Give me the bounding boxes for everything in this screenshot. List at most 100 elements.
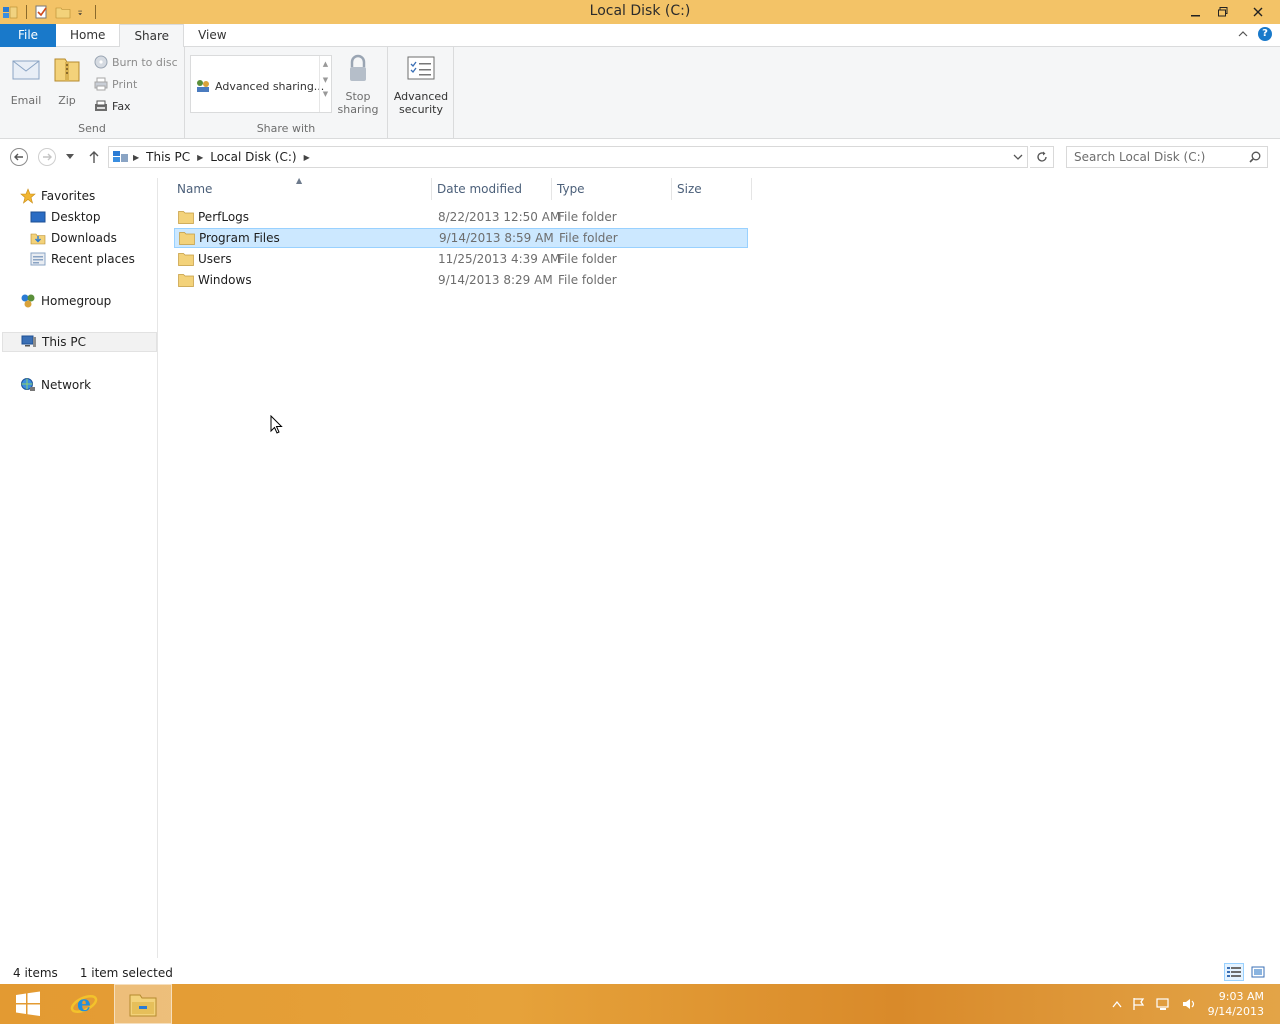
properties-icon[interactable] bbox=[33, 4, 49, 20]
nav-favorites[interactable]: Favorites bbox=[20, 186, 95, 206]
system-tray: 9:03 AM 9/14/2013 bbox=[1112, 984, 1264, 1024]
breadcrumb-this-pc[interactable]: This PC bbox=[142, 150, 194, 164]
clock-date: 9/14/2013 bbox=[1207, 1005, 1264, 1018]
recent-places-icon bbox=[30, 252, 46, 266]
action-center-flag-icon[interactable] bbox=[1132, 997, 1146, 1011]
zip-folder-icon bbox=[54, 58, 80, 82]
qat-separator-2 bbox=[95, 5, 96, 19]
advanced-security-label-1: Advanced bbox=[393, 90, 449, 103]
details-view-button[interactable] bbox=[1224, 963, 1244, 981]
forward-arrow-icon bbox=[38, 148, 56, 166]
share-gallery-scroll[interactable]: ▲ ▼ ▼ bbox=[319, 56, 331, 112]
nav-homegroup-label: Homegroup bbox=[41, 294, 112, 308]
gallery-down-arrow-icon[interactable]: ▼ bbox=[320, 76, 331, 84]
address-dropdown-chevron-icon[interactable] bbox=[1013, 154, 1023, 162]
desktop-icon bbox=[30, 211, 46, 223]
file-name: Windows bbox=[198, 273, 252, 287]
share-with-group-label: Share with bbox=[256, 122, 316, 135]
burn-to-disc-label: Burn to disc bbox=[112, 55, 178, 69]
zip-button[interactable]: Zip bbox=[47, 53, 87, 107]
breadcrumb-local-disk[interactable]: Local Disk (C:) bbox=[206, 150, 300, 164]
column-name-label: Name bbox=[177, 182, 213, 196]
computer-icon bbox=[21, 335, 36, 347]
help-icon[interactable]: ? bbox=[1258, 27, 1272, 41]
fax-button[interactable]: Fax bbox=[94, 99, 131, 113]
refresh-icon bbox=[1036, 151, 1047, 162]
large-icons-view-button[interactable] bbox=[1248, 963, 1268, 981]
tab-share[interactable]: Share bbox=[119, 24, 185, 48]
search-input[interactable] bbox=[1067, 147, 1237, 167]
search-icon[interactable] bbox=[1249, 151, 1261, 163]
view-switcher bbox=[1224, 963, 1268, 981]
minimize-ribbon-chevron-icon[interactable] bbox=[1238, 30, 1248, 38]
advanced-security-icon bbox=[407, 56, 435, 80]
up-button[interactable] bbox=[84, 147, 104, 167]
clock[interactable]: 9:03 AM 9/14/2013 bbox=[1208, 989, 1264, 1019]
new-folder-icon[interactable] bbox=[55, 4, 71, 20]
address-bar[interactable]: ▶ This PC ▶ Local Disk (C:) ▶ bbox=[108, 146, 1028, 168]
breadcrumb-separator-icon[interactable]: ▶ bbox=[301, 153, 313, 162]
nav-recent-places[interactable]: Recent places bbox=[30, 249, 135, 269]
minimize-button[interactable] bbox=[1182, 0, 1209, 24]
file-date: 9/14/2013 8:29 AM bbox=[438, 273, 553, 287]
advanced-security-button[interactable]: Advanced security bbox=[392, 53, 450, 116]
folder-icon bbox=[178, 253, 194, 266]
nav-network[interactable]: Network bbox=[20, 375, 91, 395]
customize-qat-chevron-icon[interactable] bbox=[77, 4, 87, 20]
file-list: Name ▲ Date modified Type Size PerfLogs … bbox=[160, 176, 1280, 958]
gallery-more-icon[interactable]: ▼ bbox=[320, 90, 331, 98]
burn-to-disc-button[interactable]: Burn to disc bbox=[94, 55, 178, 69]
nav-desktop[interactable]: Desktop bbox=[30, 207, 101, 227]
print-button[interactable]: Print bbox=[94, 77, 137, 91]
start-button[interactable] bbox=[0, 984, 56, 1024]
tab-view[interactable]: View bbox=[184, 24, 240, 47]
column-size-label: Size bbox=[677, 182, 702, 196]
taskbar-internet-explorer[interactable]: e bbox=[56, 984, 112, 1024]
tab-file[interactable]: File bbox=[0, 24, 56, 47]
table-row[interactable]: Windows 9/14/2013 8:29 AM File folder bbox=[174, 270, 748, 290]
show-hidden-icons-icon[interactable] bbox=[1112, 1000, 1122, 1008]
printer-icon bbox=[94, 77, 108, 91]
back-button[interactable] bbox=[9, 147, 29, 167]
restore-button[interactable] bbox=[1209, 0, 1236, 24]
folder-icon bbox=[179, 232, 195, 245]
refresh-button[interactable] bbox=[1030, 146, 1054, 168]
column-header-date[interactable]: Date modified bbox=[432, 178, 552, 200]
advanced-sharing-item[interactable]: Advanced sharing... bbox=[195, 78, 324, 94]
email-button[interactable]: Email bbox=[6, 53, 46, 107]
table-row[interactable]: Users 11/25/2013 4:39 AM File folder bbox=[174, 249, 748, 269]
close-icon bbox=[1253, 7, 1263, 17]
chevron-down-icon bbox=[66, 154, 74, 159]
table-row[interactable]: Program Files 9/14/2013 8:59 AM File fol… bbox=[174, 228, 748, 248]
tab-home[interactable]: Home bbox=[56, 24, 119, 47]
breadcrumb-separator-icon[interactable]: ▶ bbox=[194, 153, 206, 162]
share-with-gallery[interactable]: Advanced sharing... ▲ ▼ ▼ bbox=[190, 55, 332, 113]
advanced-sharing-icon bbox=[197, 80, 209, 92]
forward-button[interactable] bbox=[37, 147, 57, 167]
minimize-icon bbox=[1190, 15, 1200, 17]
gallery-up-arrow-icon[interactable]: ▲ bbox=[320, 60, 331, 68]
nav-this-pc[interactable]: This PC bbox=[2, 332, 157, 352]
nav-homegroup[interactable]: Homegroup bbox=[20, 291, 111, 311]
navigation-pane: Favorites Desktop Downloads Recent place… bbox=[0, 178, 158, 958]
volume-icon[interactable] bbox=[1182, 997, 1198, 1011]
close-button[interactable] bbox=[1236, 0, 1280, 24]
item-count: 4 items bbox=[13, 966, 58, 980]
explorer-app-icon[interactable] bbox=[2, 4, 18, 20]
stop-sharing-button[interactable]: Stop sharing bbox=[336, 53, 380, 116]
nav-downloads[interactable]: Downloads bbox=[30, 228, 117, 248]
file-type: File folder bbox=[558, 210, 617, 224]
breadcrumb-separator-icon[interactable]: ▶ bbox=[130, 153, 142, 162]
window-title: Local Disk (C:) bbox=[589, 3, 691, 19]
column-header-size[interactable]: Size bbox=[672, 178, 752, 200]
title-bar: Local Disk (C:) bbox=[0, 0, 1280, 24]
recent-locations-button[interactable] bbox=[62, 147, 78, 167]
taskbar-file-explorer[interactable] bbox=[114, 984, 172, 1024]
zip-label: Zip bbox=[58, 94, 76, 107]
table-row[interactable]: PerfLogs 8/22/2013 12:50 AM File folder bbox=[174, 207, 748, 227]
column-header-type[interactable]: Type bbox=[552, 178, 672, 200]
status-bar: 4 items 1 item selected bbox=[0, 962, 1280, 984]
network-tray-icon[interactable] bbox=[1155, 997, 1172, 1011]
taskbar: e 9:03 AM 9/14/2013 bbox=[0, 984, 1280, 1024]
network-icon bbox=[21, 378, 35, 391]
